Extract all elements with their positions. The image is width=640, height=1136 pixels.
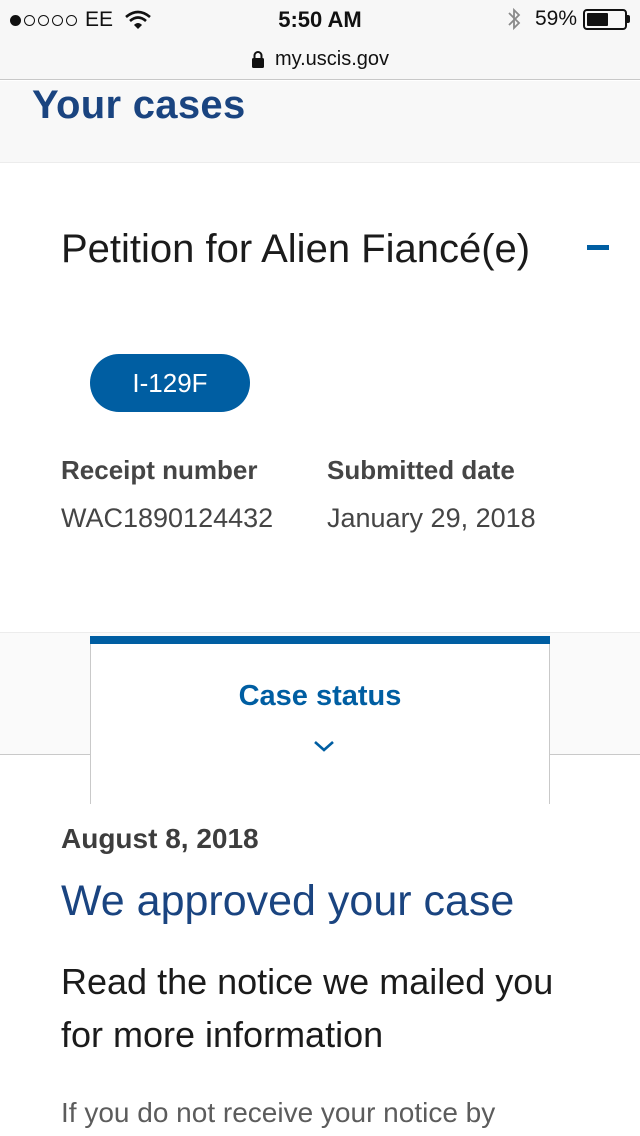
receipt-number-label: Receipt number [61,455,258,485]
tab-case-status[interactable] [90,636,550,804]
url-text: my.uscis.gov [274,48,390,70]
battery-icon [583,8,630,30]
tab-case-status-label[interactable]: Case status [0,680,640,713]
status-notice-text: Read the notice we mailed you for more i… [61,961,554,1055]
form-type-badge: I-129F [90,354,250,412]
submitted-date-label: Submitted date [327,455,515,485]
status-panel [0,755,640,1136]
collapse-case-button[interactable] [580,230,616,266]
status-more-text: If you do not receive your notice by [61,1097,496,1128]
chevron-down-icon[interactable] [312,738,336,754]
browser-url-bar[interactable]: my.uscis.gov [0,40,640,80]
active-tab-indicator [90,636,550,644]
page-header: Your cases [0,81,640,163]
receipt-number-value: WAC1890124432 [61,503,274,533]
status-bar: EE 5:50 AM 59% [0,0,640,40]
page-title: Your cases [32,83,246,127]
status-heading: We approved your case [61,877,515,925]
submitted-date-value: January 29, 2018 [327,503,536,533]
status-date: August 8, 2018 [61,823,259,854]
case-title: Petition for Alien Fiancé(e) [61,227,531,271]
bluetooth-icon [508,7,521,31]
battery-percent: 59% [534,7,577,30]
lock-icon [251,51,264,68]
minus-icon [587,245,609,250]
status-bar-right: 59% [505,7,630,31]
